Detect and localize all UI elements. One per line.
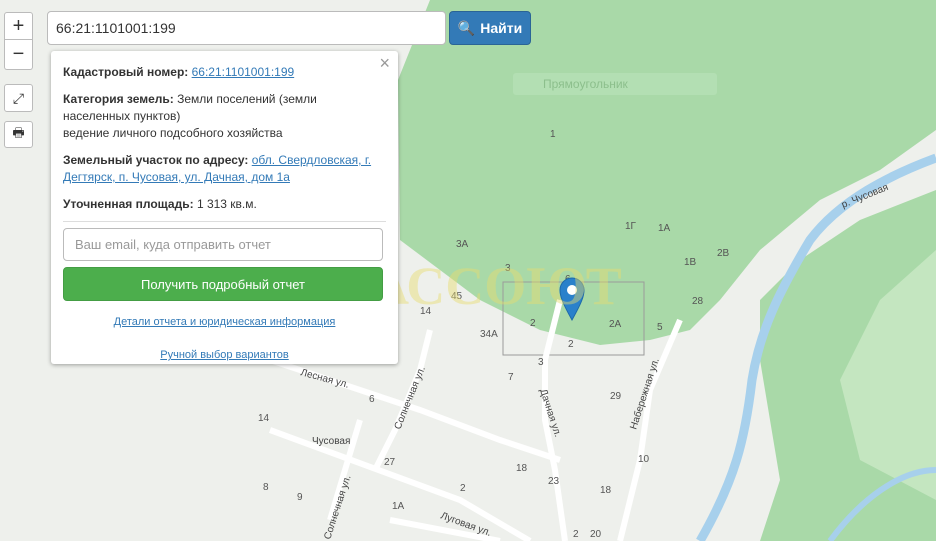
- house-number: 2: [568, 339, 574, 350]
- village-label: Чусовая: [312, 436, 350, 447]
- house-number: 3: [538, 357, 544, 368]
- house-number: 18: [516, 463, 528, 474]
- address-row: Земельный участок по адресу: обл. Свердл…: [63, 152, 386, 186]
- house-number: 27: [384, 457, 396, 468]
- street-label: Лесная ул.: [299, 367, 350, 391]
- print-icon[interactable]: 🖶: [4, 121, 33, 148]
- rectangle-tool-label: Прямоугольник: [543, 77, 628, 91]
- area-label: Уточненная площадь:: [63, 197, 194, 211]
- area-row: Уточненная площадь: 1 313 кв.м.: [63, 196, 386, 213]
- cadastral-number-link[interactable]: 66:21:1101001:199: [192, 65, 295, 79]
- search-icon: 🔍: [457, 19, 476, 36]
- house-number: 8: [263, 482, 269, 493]
- parcel-info-popup: × Кадастровый номер: 66:21:1101001:199 К…: [51, 51, 398, 364]
- area-value: 1 313 кв.м.: [196, 197, 257, 211]
- house-number: 20: [590, 529, 602, 540]
- address-label: Земельный участок по адресу:: [63, 153, 249, 167]
- house-number: 1А: [392, 501, 405, 512]
- house-number: 18: [600, 485, 612, 496]
- cadastral-row: Кадастровый номер: 66:21:1101001:199: [63, 64, 386, 81]
- fullscreen-icon[interactable]: ⤢: [4, 84, 33, 112]
- house-number: 29: [610, 391, 622, 402]
- rectangle-tool[interactable]: Прямоугольник: [513, 73, 717, 95]
- house-number: 2: [573, 529, 579, 540]
- search-button[interactable]: 🔍 Найти: [449, 11, 531, 45]
- category-row: Категория земель: Земли поселений (земли…: [63, 91, 386, 142]
- search-button-label: Найти: [480, 20, 523, 36]
- email-field[interactable]: Ваш email, куда отправить отчет: [63, 228, 383, 261]
- category-use: ведение личного подсобного хозяйства: [63, 126, 283, 140]
- close-icon[interactable]: ×: [379, 54, 390, 72]
- house-number: 6: [369, 394, 375, 405]
- house-number: 9: [297, 492, 303, 503]
- manual-selection-link[interactable]: Ручной выбор вариантов: [160, 349, 288, 361]
- report-details-link[interactable]: Детали отчета и юридическая информация: [114, 316, 336, 328]
- zoom-out-button[interactable]: −: [4, 40, 33, 70]
- details-link-wrap: Детали отчета и юридическая информация: [63, 314, 386, 331]
- get-report-button[interactable]: Получить подробный отчет: [63, 267, 383, 301]
- house-number: 7: [508, 372, 514, 383]
- category-label: Категория земель:: [63, 92, 174, 106]
- house-number: 34А: [480, 329, 498, 340]
- house-number: 1: [550, 129, 556, 140]
- house-number: 23: [548, 476, 560, 487]
- manual-link-wrap: Ручной выбор вариантов: [63, 347, 386, 364]
- search-input[interactable]: [47, 11, 446, 45]
- house-number: 10: [638, 454, 650, 465]
- cadastral-label: Кадастровый номер:: [63, 65, 189, 79]
- river-label: р. Чусовая: [840, 182, 890, 211]
- house-number: 2В: [717, 248, 730, 259]
- street-label: Солнечная ул.: [393, 365, 428, 431]
- house-number: 14: [258, 413, 270, 424]
- zoom-in-button[interactable]: +: [4, 12, 33, 40]
- divider: [63, 221, 386, 222]
- house-number: 2: [460, 483, 466, 494]
